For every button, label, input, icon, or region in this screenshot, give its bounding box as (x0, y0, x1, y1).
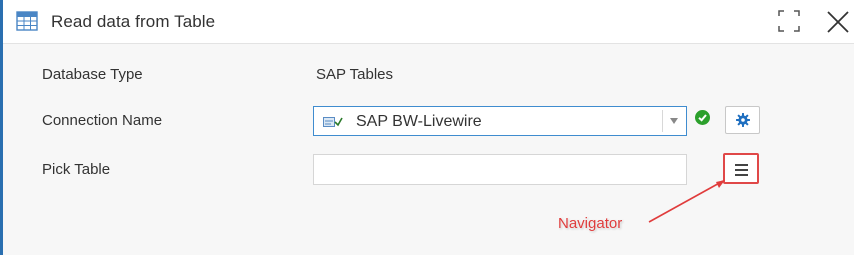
close-icon[interactable] (825, 9, 851, 35)
chevron-down-icon[interactable] (670, 118, 678, 124)
connection-settings-button[interactable] (725, 106, 760, 134)
database-type-value: SAP Tables (316, 66, 393, 83)
dialog-title: Read data from Table (51, 12, 216, 31)
hamburger-menu-icon (735, 164, 748, 179)
connection-check-icon (323, 117, 343, 127)
pick-table-label: Pick Table (42, 161, 111, 178)
table-icon (16, 11, 38, 31)
connection-name-label: Connection Name (42, 112, 163, 129)
pick-table-input[interactable] (313, 154, 687, 185)
check-circle-icon (695, 110, 710, 125)
gear-icon (736, 113, 750, 127)
read-data-dialog: Read data from Table Database Type SAP T… (0, 0, 854, 255)
connection-select-value: SAP BW-Livewire (356, 113, 482, 130)
maximize-icon[interactable] (777, 9, 801, 33)
navigator-button[interactable] (723, 153, 759, 184)
database-type-label: Database Type (42, 66, 143, 83)
navigator-callout: Navigator (558, 215, 623, 232)
connection-select[interactable]: SAP BW-Livewire (313, 106, 687, 136)
select-divider (662, 110, 663, 132)
dialog-header: Read data from Table (3, 0, 854, 44)
